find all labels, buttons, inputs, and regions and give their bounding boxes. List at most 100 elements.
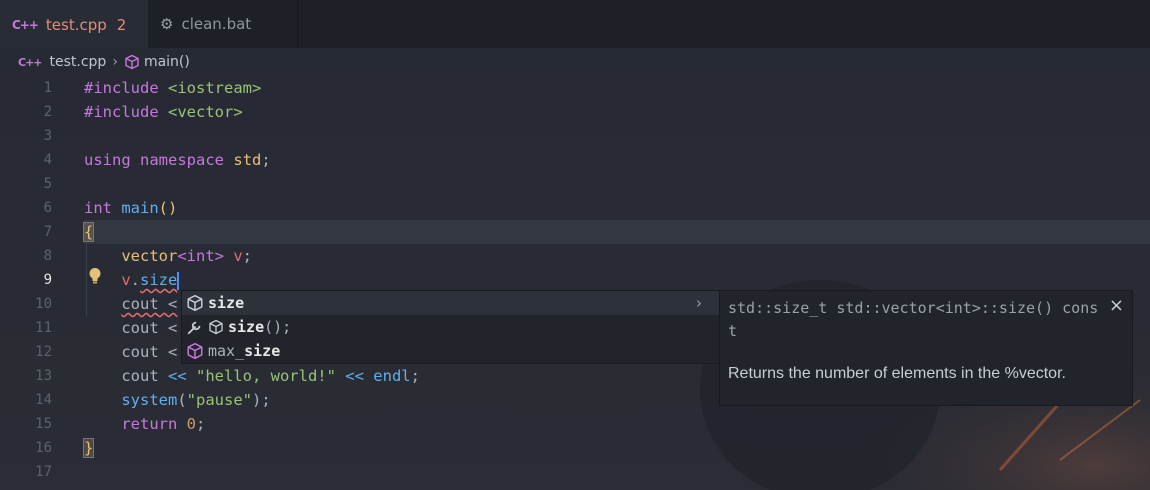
punctuation: () — [158, 199, 178, 217]
code-line: 17 — [0, 460, 1150, 484]
method-icon — [187, 342, 203, 360]
tab-clean-bat[interactable]: ⚙ clean.bat — [148, 0, 298, 48]
variable-name: v — [224, 247, 243, 265]
breadcrumb-symbol[interactable]: main() — [144, 54, 190, 70]
cpp-file-icon: C++ — [12, 18, 39, 32]
suggestion-item[interactable]: size › — [182, 291, 720, 315]
line-number: 10 — [35, 296, 52, 312]
method-icon — [209, 319, 223, 335]
code-text: cout < — [121, 295, 178, 313]
breadcrumb-file[interactable]: test.cpp — [50, 54, 107, 70]
line-number: 17 — [35, 464, 52, 480]
number-literal: 0 — [186, 415, 197, 433]
chevron-right-icon[interactable]: › — [696, 291, 702, 315]
line-number: 14 — [35, 392, 52, 408]
punctuation: . — [130, 271, 141, 289]
variable-name: v — [121, 271, 131, 289]
wrench-icon — [187, 321, 201, 335]
line-number: 11 — [35, 320, 52, 336]
close-icon[interactable]: × — [1109, 295, 1124, 316]
preprocessor-directive: #include — [84, 103, 168, 121]
include-header: <iostream> — [168, 79, 262, 97]
code-text: cout < — [121, 319, 178, 337]
code-line: 5 — [0, 172, 1150, 196]
method-icon — [125, 54, 139, 70]
line-number: 1 — [43, 80, 52, 96]
suggest-widget: size › size (); max_ size — [181, 290, 721, 364]
code-line: 1 #include <iostream> — [0, 76, 1150, 100]
text-cursor — [177, 271, 180, 290]
tab-bar: C++ test.cpp 2 ⚙ clean.bat — [0, 0, 1150, 48]
preprocessor-directive: #include — [84, 79, 168, 97]
punctuation: ; — [196, 415, 206, 433]
line-number: 9 — [43, 272, 52, 288]
member-name: size — [140, 271, 178, 289]
breadcrumb: C++ test.cpp › main() — [0, 48, 1150, 76]
tab-label: clean.bat — [181, 15, 252, 33]
type-name: vector — [121, 247, 178, 265]
identifier: endl — [373, 367, 411, 385]
tab-label: test.cpp — [45, 16, 107, 34]
code-text: cout — [121, 367, 159, 385]
line-number: 13 — [35, 368, 52, 384]
string-literal: "hello, world!" — [195, 367, 336, 385]
suggestion-item[interactable]: size (); — [182, 315, 720, 339]
method-icon — [187, 294, 203, 312]
keyword: return — [121, 415, 178, 433]
line-number: 8 — [43, 248, 52, 264]
code-line: 8 vector<int> v; — [0, 244, 1150, 268]
suggestion-details-panel: std::size_t std::vector<int>::size() con… — [719, 290, 1133, 406]
code-line: 6 int main() — [0, 196, 1150, 220]
lightbulb-icon[interactable] — [88, 267, 102, 285]
include-header: <vector> — [168, 103, 243, 121]
string-literal: "pause" — [186, 391, 252, 409]
code-line: 15 return 0; — [0, 412, 1150, 436]
line-number: 16 — [35, 440, 52, 456]
keyword: using — [84, 151, 131, 169]
line-number: 6 — [43, 200, 52, 216]
code-line: 4 using namespace std; — [0, 148, 1150, 172]
line-number: 2 — [43, 104, 52, 120]
code-line: 2 #include <vector> — [0, 100, 1150, 124]
punctuation: ( — [177, 391, 187, 409]
line-number: 5 — [43, 176, 52, 192]
line-number: 7 — [43, 224, 52, 240]
suggestion-label: size — [244, 342, 281, 360]
tab-test-cpp[interactable]: C++ test.cpp 2 — [0, 0, 148, 48]
code-line: 16 } — [0, 436, 1150, 460]
suggestion-suffix: (); — [264, 318, 292, 336]
template-argument: <int> — [177, 247, 224, 265]
suggestion-label: size — [208, 294, 245, 312]
gear-icon: ⚙ — [160, 15, 174, 33]
function-name: main — [121, 199, 159, 217]
suggestion-label-prefix: max_ — [208, 342, 245, 360]
code-line: 3 — [0, 124, 1150, 148]
line-number: 4 — [43, 152, 52, 168]
chevron-right-icon: › — [112, 54, 118, 70]
operator: << — [158, 367, 196, 385]
line-number: 12 — [35, 344, 52, 360]
matched-brace: } — [82, 438, 95, 458]
code-editor[interactable]: 1 #include <iostream> 2 #include <vector… — [0, 76, 1150, 490]
namespace-name: std — [233, 151, 262, 169]
punctuation: ; — [410, 367, 420, 385]
suggestion-item[interactable]: max_ size — [182, 339, 720, 363]
problems-count: 2 — [116, 16, 127, 34]
documentation-text: Returns the number of elements in the %v… — [728, 365, 1066, 382]
line-number: 3 — [43, 128, 52, 144]
suggestion-label: size — [228, 318, 265, 336]
code-line-current: 9 v.size — [0, 268, 1150, 292]
type-keyword: int — [84, 199, 112, 217]
punctuation: ) — [252, 391, 262, 409]
punctuation: ; — [261, 391, 271, 409]
line-number: 15 — [35, 416, 52, 432]
operator: << — [335, 367, 374, 385]
keyword: namespace — [140, 151, 225, 169]
code-line: 7 { — [0, 220, 1150, 244]
matched-brace: { — [82, 222, 95, 242]
signature-text: std::size_t std::vector<int>::size() con… — [728, 299, 1099, 340]
code-text: cout < — [121, 343, 178, 361]
cpp-file-icon: C++ — [18, 55, 42, 69]
punctuation: ; — [261, 151, 271, 169]
function-name: system — [121, 391, 178, 409]
